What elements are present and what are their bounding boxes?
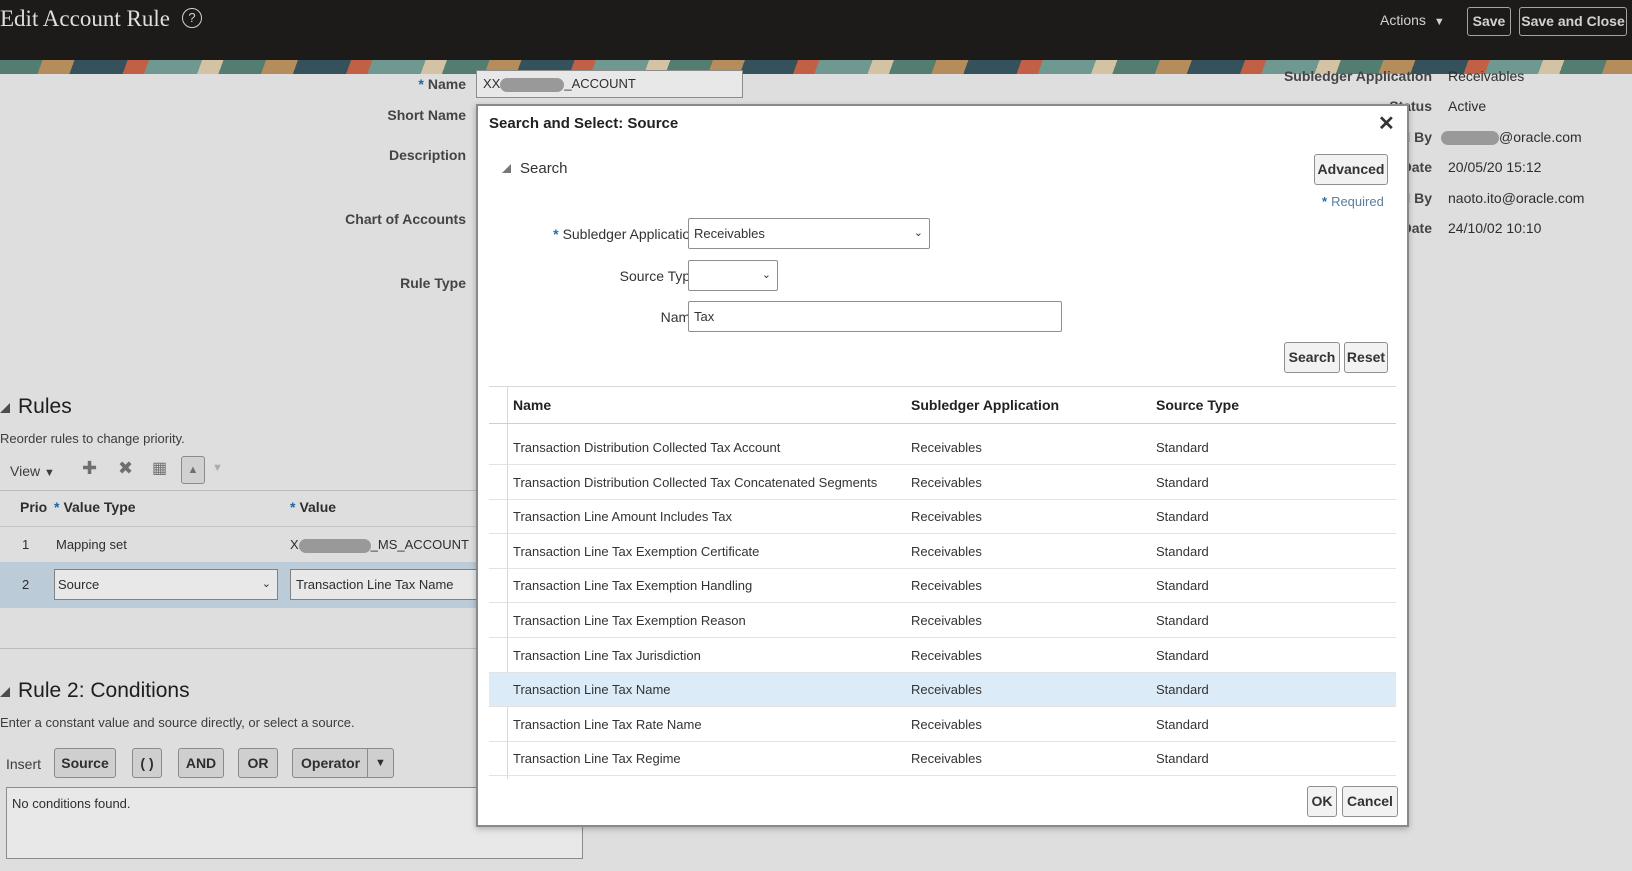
results-header-divider (489, 423, 1396, 424)
result-source-type: Standard (1156, 543, 1209, 559)
result-subledger-application: Receivables (911, 682, 982, 698)
result-subledger-application: Receivables (911, 509, 982, 525)
result-row[interactable]: Transaction Distribution Collected Tax C… (489, 466, 1396, 500)
result-source-type: Standard (1156, 509, 1209, 525)
close-icon[interactable]: ✕ (1378, 111, 1395, 136)
col-name-header[interactable]: Name (513, 387, 551, 423)
result-name: Transaction Line Tax Exemption Certifica… (513, 543, 760, 559)
search-select-source-dialog: Search and Select: Source ✕ Search Advan… (476, 104, 1409, 827)
result-subledger-application: Receivables (911, 578, 982, 594)
result-subledger-application: Receivables (911, 613, 982, 628)
result-name: Transaction Line Tax Rate Name (513, 716, 702, 732)
result-row[interactable]: Transaction Line Tax Exemption Handling R… (489, 569, 1396, 604)
result-name: Transaction Line Amount Includes Tax (513, 509, 732, 525)
cancel-button[interactable]: Cancel (1342, 786, 1398, 817)
result-row[interactable]: Transaction Line Amount Includes Tax Rece… (489, 500, 1396, 535)
results-table: Name Subledger Application Source Type T… (489, 386, 1396, 779)
result-subledger-application: Receivables (911, 716, 982, 732)
result-name: Transaction Line Tax Exemption Reason (513, 613, 746, 628)
result-subledger-application: Receivables (911, 647, 982, 663)
chevron-down-icon: ⌄ (913, 227, 923, 239)
result-row[interactable]: Transaction Distribution Collected Tax A… (489, 431, 1396, 465)
source-type-select[interactable]: ⌄ (688, 260, 778, 291)
result-row[interactable]: Transaction Line Tax Name Receivables Stan… (489, 673, 1396, 708)
result-source-type: Standard (1156, 474, 1209, 490)
search-section-header[interactable]: Search (502, 160, 568, 177)
result-row[interactable]: Transaction Line Tax Exemption Certifica… (489, 535, 1396, 569)
subledger-application-label: * Subledger Application (553, 226, 698, 242)
source-type-label: Source Type (619, 268, 698, 284)
result-source-type: Standard (1156, 578, 1209, 594)
search-button[interactable]: Search (1284, 342, 1340, 373)
result-source-type: Standard (1156, 682, 1209, 698)
chevron-down-icon: ⌄ (761, 269, 771, 281)
result-subledger-application: Receivables (911, 474, 982, 490)
result-source-type: Standard (1156, 613, 1209, 628)
result-subledger-application: Receivables (911, 440, 982, 455)
result-row[interactable]: Transaction Line Tax Exemption Reason Rec… (489, 604, 1396, 638)
subledger-application-select[interactable]: Receivables ⌄ (688, 218, 930, 249)
result-name: Transaction Distribution Collected Tax C… (513, 474, 878, 490)
col-source-type-header[interactable]: Source Type (1156, 387, 1239, 423)
result-source-type: Standard (1156, 440, 1209, 455)
name-search-input[interactable]: Tax (688, 301, 1062, 332)
collapse-triangle-icon (502, 164, 511, 173)
dialog-title: Search and Select: Source (489, 115, 679, 132)
required-note: * Required (1322, 194, 1384, 209)
result-subledger-application: Receivables (911, 543, 982, 559)
result-source-type: Standard (1156, 751, 1209, 767)
result-name: Transaction Line Tax Exemption Handling (513, 578, 753, 594)
col-subledger-application-header[interactable]: Subledger Application (911, 387, 1059, 423)
result-row[interactable]: Transaction Line Tax Regime Receivables St… (489, 742, 1396, 777)
name-search-label: Name (660, 309, 698, 325)
advanced-button[interactable]: Advanced (1314, 154, 1388, 185)
result-source-type: Standard (1156, 647, 1209, 663)
ok-button[interactable]: OK (1307, 786, 1337, 817)
result-name: Transaction Line Tax Regime (513, 751, 681, 767)
result-name: Transaction Line Tax Jurisdiction (513, 647, 701, 663)
result-name: Transaction Line Tax Name (513, 682, 671, 698)
result-name: Transaction Distribution Collected Tax A… (513, 440, 781, 455)
reset-button[interactable]: Reset (1344, 342, 1388, 373)
result-row[interactable]: Transaction Line Tax Jurisdiction Receiva… (489, 639, 1396, 673)
result-row[interactable]: Transaction Line Tax Rate Name Receivable… (489, 708, 1396, 742)
result-subledger-application: Receivables (911, 751, 982, 767)
result-source-type: Standard (1156, 716, 1209, 732)
